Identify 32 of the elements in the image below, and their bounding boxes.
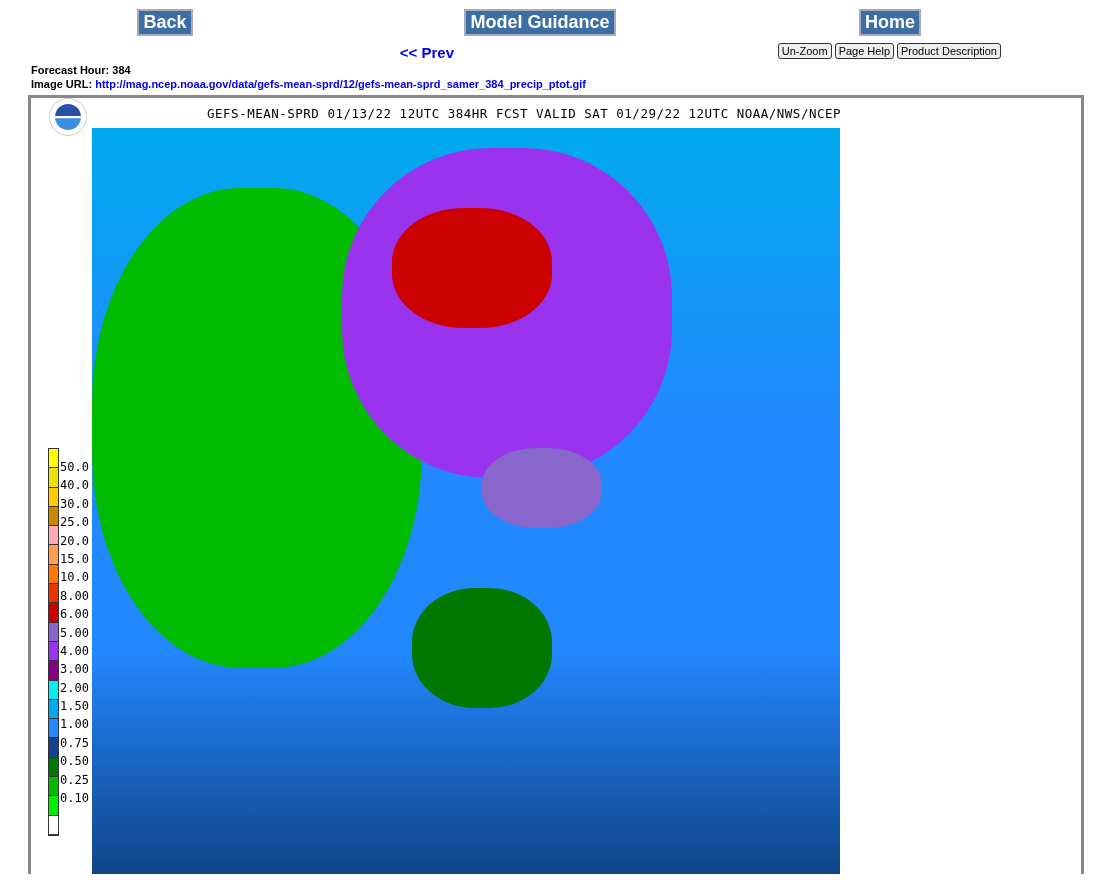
legend-label: 5.00	[60, 625, 89, 640]
image-url-link[interactable]: http://mag.ncep.noaa.gov/data/gefs-mean-sprd/12/gefs-mean-sprd_samer_384_precip_ptot.gif	[95, 78, 587, 90]
legend-label: 25.0	[60, 515, 89, 530]
nav-button[interactable]: Home	[859, 9, 921, 36]
map-title: GEFS-MEAN-SPRD 01/13/22 12UTC 384HR FCST VALID SAT 01/29/22 12UTC NOAA/NWS/NCEP	[207, 105, 842, 121]
legend-label: 1.50	[60, 699, 89, 714]
tool-button[interactable]: Page Help	[834, 43, 894, 59]
forecast-hour-value: 384	[112, 64, 131, 76]
legend-label: 6.00	[60, 607, 89, 622]
tool-button[interactable]: Un-Zoom	[777, 43, 832, 59]
legend-label: 0.50	[60, 754, 89, 769]
legend-label: 8.00	[60, 588, 89, 603]
logo-icon	[49, 98, 87, 136]
legend-label: 3.00	[60, 662, 89, 677]
legend-label: 0.10	[60, 791, 89, 806]
legend-label: 4.00	[60, 643, 89, 658]
legend-label: 15.0	[60, 551, 89, 566]
legend-label: 0.75	[60, 735, 89, 750]
prev-link[interactable]: << Prev	[399, 43, 454, 61]
legend-label: 30.0	[60, 496, 89, 511]
image-url-label: Image URL:	[31, 78, 93, 90]
legend-label: 10.0	[60, 570, 89, 585]
legend-label: 0.25	[60, 772, 89, 787]
nav-button[interactable]: Back	[137, 9, 193, 36]
legend-label: 1.00	[60, 717, 89, 732]
legend-label: 2.00	[60, 680, 89, 695]
legend-label: 40.0	[60, 478, 89, 493]
nav-button[interactable]: Model Guidance	[464, 9, 616, 36]
tool-button[interactable]: Product Description	[897, 43, 1001, 59]
forecast-hour-label: Forecast Hour:	[31, 64, 110, 76]
legend-label: 50.0	[60, 460, 89, 474]
legend-label: 20.0	[60, 533, 89, 548]
